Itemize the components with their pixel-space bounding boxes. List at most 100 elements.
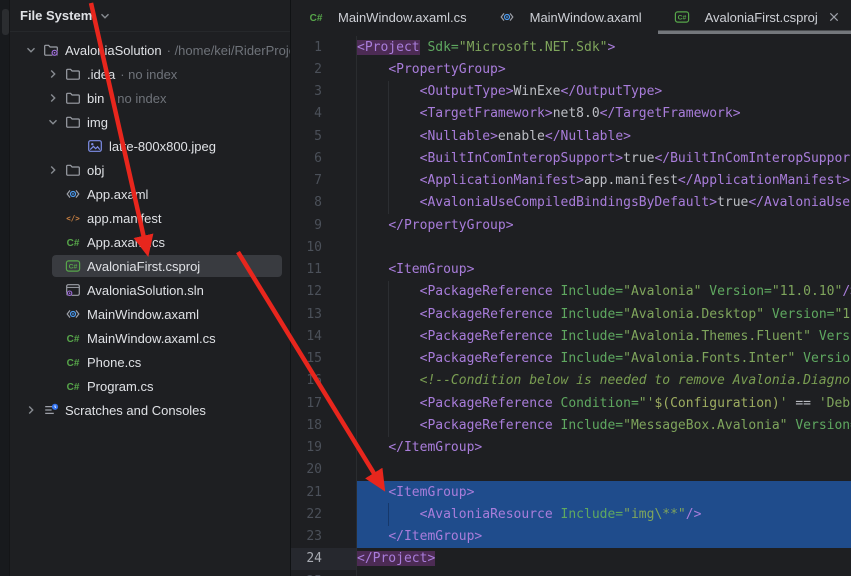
- code-line-23[interactable]: 23 </ItemGroup>: [291, 526, 851, 548]
- svg-text:C#: C#: [66, 334, 79, 345]
- editor-tab-mainwindow-axaml-cs[interactable]: C#MainWindow.axaml.cs: [291, 0, 483, 34]
- code-line-content[interactable]: <Project Sdk="Microsoft.NET.Sdk">: [357, 36, 851, 58]
- code-line-21[interactable]: 21 <ItemGroup>: [291, 481, 851, 503]
- code-line-14[interactable]: 14 <PackageReference Include="Avalonia.T…: [291, 325, 851, 347]
- tree-item-suffix: · no index: [109, 91, 166, 106]
- code-line-content[interactable]: <ItemGroup>: [357, 481, 851, 503]
- code-line-10[interactable]: 10: [291, 236, 851, 258]
- tree-item-label: Scratches and Consoles: [65, 403, 206, 418]
- tree-item-avaloniasolution[interactable]: AvaloniaSolution· /home/kei/RiderProject…: [10, 38, 290, 62]
- tree-item-label: .idea: [87, 67, 115, 82]
- chevron-spacer: [42, 306, 64, 322]
- code-line-content[interactable]: [357, 459, 851, 481]
- code-line-19[interactable]: 19 </ItemGroup>: [291, 437, 851, 459]
- tree-item-idea[interactable]: .idea· no index: [10, 62, 290, 86]
- code-line-content[interactable]: <AvaloniaUseCompiledBindingsByDefault>tr…: [357, 192, 851, 214]
- tree-item-avaloniafirst-csproj[interactable]: C#AvaloniaFirst.csproj: [10, 254, 290, 278]
- svg-text:C#: C#: [66, 238, 79, 249]
- code-line-5[interactable]: 5 <Nullable>enable</Nullable>: [291, 125, 851, 147]
- code-line-1[interactable]: 1<Project Sdk="Microsoft.NET.Sdk">: [291, 36, 851, 58]
- code-line-20[interactable]: 20: [291, 459, 851, 481]
- code-line-7[interactable]: 7 <ApplicationManifest>app.manifest</App…: [291, 170, 851, 192]
- chevron-right-icon[interactable]: [42, 90, 64, 106]
- chevron-down-icon[interactable]: [42, 114, 64, 130]
- code-line-content[interactable]: <PackageReference Condition="'$(Configur…: [357, 392, 851, 414]
- code-line-content[interactable]: <BuiltInComInteropSupport>true</BuiltInC…: [357, 147, 851, 169]
- line-number: 16: [291, 370, 357, 392]
- chevron-right-icon[interactable]: [42, 162, 64, 178]
- tree-item-label: App.axaml: [87, 187, 148, 202]
- code-line-content[interactable]: </ItemGroup>: [357, 526, 851, 548]
- code-line-15[interactable]: 15 <PackageReference Include="Avalonia.F…: [291, 348, 851, 370]
- tab-label: MainWindow.axaml: [530, 10, 642, 25]
- code-line-11[interactable]: 11 <ItemGroup>: [291, 259, 851, 281]
- tree-item-app-axaml-cs[interactable]: C#App.axaml.cs: [10, 230, 290, 254]
- code-line-8[interactable]: 8 <AvaloniaUseCompiledBindingsByDefault>…: [291, 192, 851, 214]
- code-line-13[interactable]: 13 <PackageReference Include="Avalonia.D…: [291, 303, 851, 325]
- code-line-content[interactable]: <TargetFramework>net8.0</TargetFramework…: [357, 103, 851, 125]
- chevron-spacer: [42, 378, 64, 394]
- sidebar-header[interactable]: File System: [10, 0, 290, 32]
- tree-item-bin[interactable]: bin· no index: [10, 86, 290, 110]
- code-line-2[interactable]: 2 <PropertyGroup>: [291, 58, 851, 80]
- code-line-content[interactable]: <PackageReference Include="Avalonia.Them…: [357, 325, 851, 347]
- code-line-content[interactable]: [357, 570, 851, 576]
- line-number: 2: [291, 58, 357, 80]
- tree-item-latte-800x800-jpeg[interactable]: latte-800x800.jpeg: [10, 134, 290, 158]
- chevron-right-icon[interactable]: [20, 402, 42, 418]
- tree-item-mainwindow-axaml[interactable]: MainWindow.axaml: [10, 302, 290, 326]
- line-number: 15: [291, 348, 357, 370]
- code-line-content[interactable]: <PackageReference Include="MessageBox.Av…: [357, 414, 851, 436]
- code-line-content[interactable]: <ApplicationManifest>app.manifest</Appli…: [357, 170, 851, 192]
- code-line-content[interactable]: </ItemGroup>: [357, 437, 851, 459]
- code-line-content[interactable]: <PackageReference Include="Avalonia" Ver…: [357, 281, 851, 303]
- avalonia-icon: [499, 9, 516, 25]
- code-line-18[interactable]: 18 <PackageReference Include="MessageBox…: [291, 414, 851, 436]
- code-line-9[interactable]: 9 </PropertyGroup>: [291, 214, 851, 236]
- code-line-3[interactable]: 3 <OutputType>WinExe</OutputType>: [291, 81, 851, 103]
- tree-item-app-manifest[interactable]: </>app.manifest: [10, 206, 290, 230]
- code-line-content[interactable]: <AvaloniaResource Include="img\**"/>: [357, 503, 851, 525]
- code-line-6[interactable]: 6 <BuiltInComInteropSupport>true</BuiltI…: [291, 147, 851, 169]
- tree-item-scratches-and-consoles[interactable]: Scratches and Consoles: [10, 398, 290, 422]
- chevron-spacer: [42, 186, 64, 202]
- tool-window-stripe-icon[interactable]: [2, 9, 9, 35]
- code-line-content[interactable]: <OutputType>WinExe</OutputType>: [357, 81, 851, 103]
- code-line-content[interactable]: [357, 236, 851, 258]
- chevron-down-icon[interactable]: [20, 42, 42, 58]
- code-line-24[interactable]: 24</Project>: [291, 548, 851, 570]
- code-line-12[interactable]: 12 <PackageReference Include="Avalonia" …: [291, 281, 851, 303]
- line-number: 18: [291, 414, 357, 436]
- file-system-tool-window: File System AvaloniaSolution· /home/kei/…: [10, 0, 290, 576]
- code-line-content[interactable]: <PackageReference Include="Avalonia.Desk…: [357, 303, 851, 325]
- code-line-17[interactable]: 17 <PackageReference Condition="'$(Confi…: [291, 392, 851, 414]
- tree-item-obj[interactable]: obj: [10, 158, 290, 182]
- chevron-right-icon[interactable]: [42, 66, 64, 82]
- code-line-content[interactable]: <PropertyGroup>: [357, 58, 851, 80]
- code-line-content[interactable]: <PackageReference Include="Avalonia.Font…: [357, 348, 851, 370]
- svg-text:C#: C#: [66, 382, 79, 393]
- editor-tab-avaloniafirst-csproj[interactable]: C#AvaloniaFirst.csproj: [658, 0, 851, 34]
- tree-item-app-axaml[interactable]: App.axaml: [10, 182, 290, 206]
- code-line-content[interactable]: <!--Condition below is needed to remove …: [357, 370, 851, 392]
- code-line-16[interactable]: 16 <!--Condition below is needed to remo…: [291, 370, 851, 392]
- tree-item-img[interactable]: img: [10, 110, 290, 134]
- tree-item-avaloniasolution-sln[interactable]: AvaloniaSolution.sln: [10, 278, 290, 302]
- code-line-25[interactable]: 25: [291, 570, 851, 576]
- code-line-content[interactable]: </PropertyGroup>: [357, 214, 851, 236]
- tree-item-phone-cs[interactable]: C# Phone.cs: [10, 350, 290, 374]
- tree-item-mainwindow-axaml-cs[interactable]: C#MainWindow.axaml.cs: [10, 326, 290, 350]
- code-line-4[interactable]: 4 <TargetFramework>net8.0</TargetFramewo…: [291, 103, 851, 125]
- code-line-content[interactable]: </Project>: [357, 548, 851, 570]
- chevron-down-icon[interactable]: [97, 8, 113, 24]
- line-number: 24: [291, 548, 357, 570]
- tree-item-program-cs[interactable]: C#Program.cs: [10, 374, 290, 398]
- code-line-content[interactable]: <ItemGroup>: [357, 259, 851, 281]
- csharp-icon: C#: [64, 354, 81, 370]
- editor-tab-mainwindow-axaml[interactable]: MainWindow.axaml: [483, 0, 658, 34]
- code-area[interactable]: 1<Project Sdk="Microsoft.NET.Sdk">2 <Pro…: [291, 34, 851, 576]
- tree-item-label: Phone.cs: [87, 355, 141, 370]
- close-icon[interactable]: [826, 9, 842, 25]
- code-line-22[interactable]: 22 <AvaloniaResource Include="img\**"/>: [291, 503, 851, 525]
- code-line-content[interactable]: <Nullable>enable</Nullable>: [357, 125, 851, 147]
